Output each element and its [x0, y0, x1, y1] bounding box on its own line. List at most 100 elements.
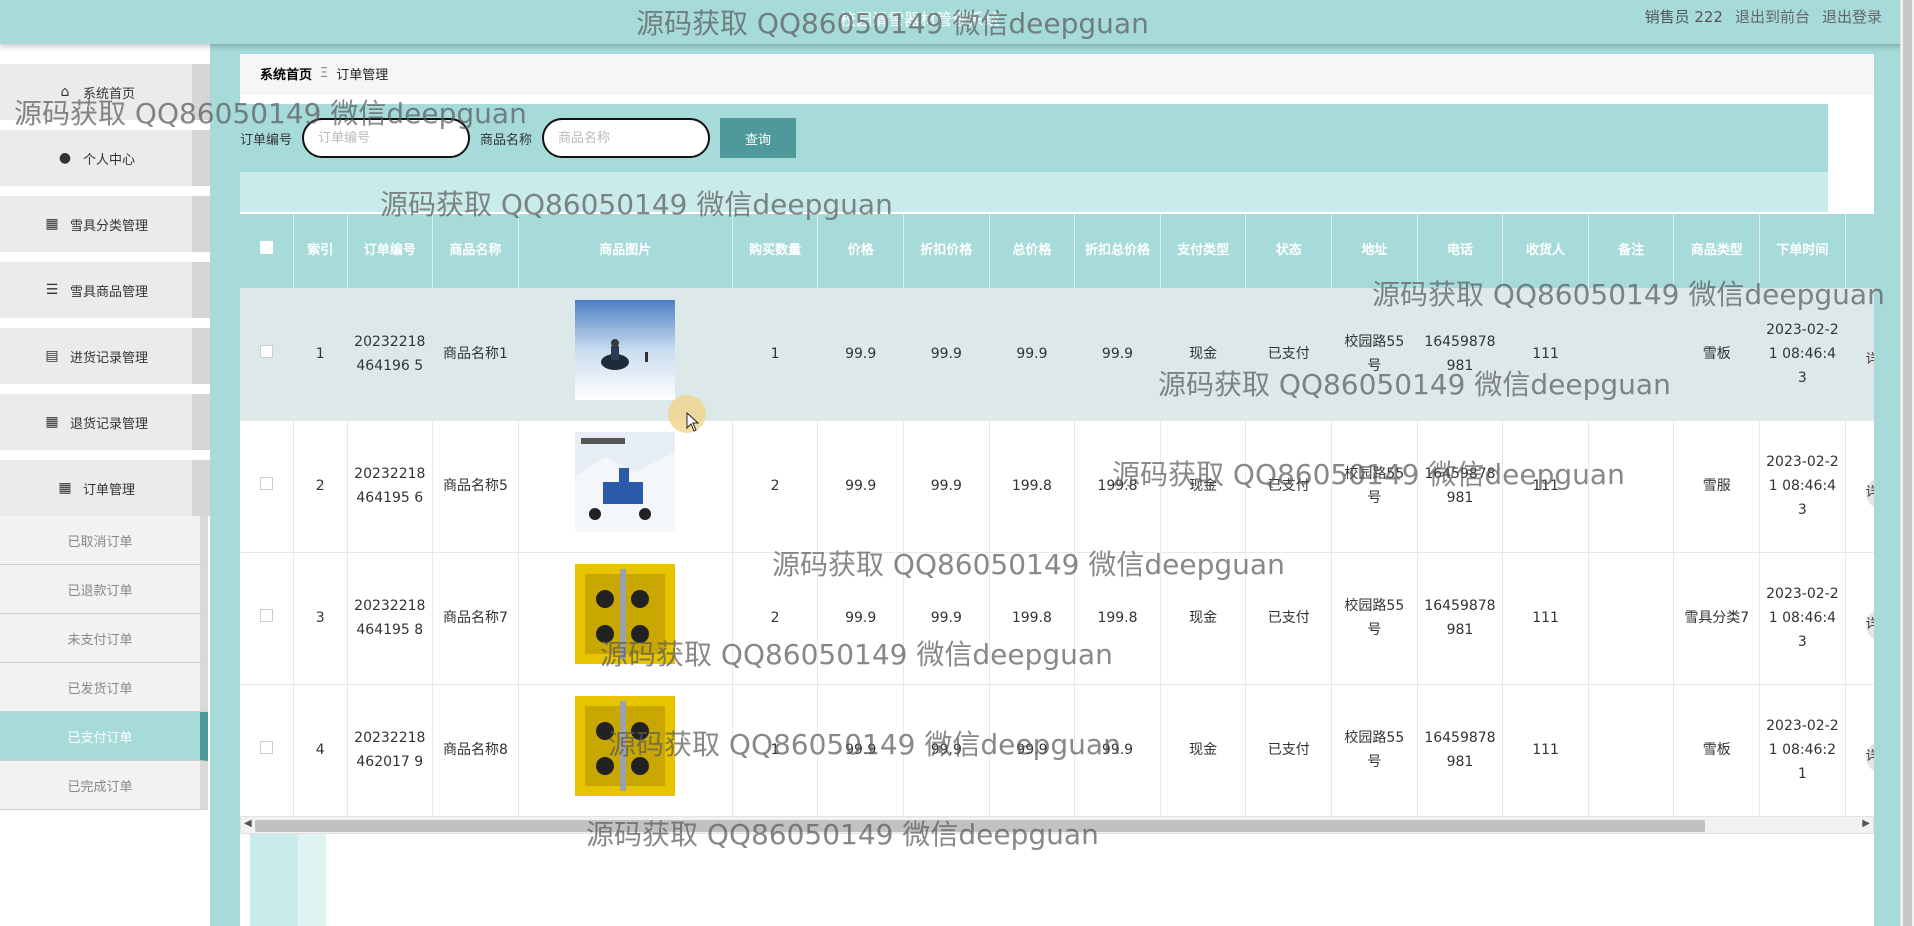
logout-link[interactable]: 退出登录: [1822, 6, 1882, 27]
decorative-block: [250, 834, 298, 926]
cell-order-no: 20232218464195 6: [347, 420, 434, 553]
cell-pay-type: 现金: [1160, 552, 1247, 685]
order-no-input[interactable]: [302, 118, 471, 158]
row-checkbox[interactable]: [260, 477, 273, 490]
detail-button[interactable]: 详情: [1865, 740, 1874, 773]
row-checkbox[interactable]: [260, 609, 273, 622]
cell-discount-total: 199.8: [1074, 552, 1161, 685]
cell-image: [518, 552, 733, 685]
exit-to-front-link[interactable]: 退出到前台: [1735, 6, 1810, 27]
submenu-shipped[interactable]: 已发货订单: [0, 663, 208, 712]
cell-actions: 详情: [1845, 552, 1874, 685]
cell-discount-price: 99.9: [903, 420, 990, 553]
cell-qty: 2: [732, 552, 819, 685]
sidebar-item-product[interactable]: ☰ 雪具商品管理: [0, 262, 210, 318]
submenu-cancelled[interactable]: 已取消订单: [0, 516, 208, 565]
row-select-cell[interactable]: [240, 552, 294, 685]
sidebar-item-label: 退货记录管理: [69, 416, 148, 432]
cell-price: 99.9: [817, 552, 904, 685]
sidebar-item-home[interactable]: ⌂ 系统首页: [0, 64, 210, 120]
scroll-left-icon[interactable]: ◀: [244, 818, 252, 829]
submenu-paid[interactable]: 已支付订单: [0, 712, 208, 761]
orders-table-container: 索引 订单编号 商品名称 商品图片 购买数量 价格 折扣价格 总价格 折扣总价格…: [240, 214, 1874, 818]
cell-phone: 16459878981: [1417, 288, 1504, 421]
horizontal-scrollbar[interactable]: ◀ ▶: [240, 816, 1874, 834]
order-no-label: 订单编号: [240, 132, 293, 148]
cell-discount-price: 99.9: [903, 288, 990, 421]
orders-table: 索引 订单编号 商品名称 商品图片 购买数量 价格 折扣价格 总价格 折扣总价格…: [240, 214, 1874, 817]
sidebar-item-purchase[interactable]: ▤ 进货记录管理: [0, 328, 210, 384]
table-row[interactable]: 1 20232218464196 5 商品名称1 1 99.9 99.9 99.…: [240, 288, 1874, 421]
cell-total: 199.8: [989, 552, 1076, 685]
detail-button[interactable]: 详情: [1865, 608, 1874, 641]
cell-image: [518, 420, 733, 553]
submenu-refunded[interactable]: 已退款订单: [0, 565, 208, 614]
user-icon: ●: [58, 150, 72, 166]
product-name-label: 商品名称: [480, 132, 533, 148]
column-header: 索引: [293, 214, 348, 288]
row-checkbox[interactable]: [260, 741, 273, 754]
cell-time: 2023-02-21 08:46:43: [1759, 288, 1846, 421]
table-row[interactable]: 4 20232218462017 9 商品名称8 1 99.9 99.9 99.…: [240, 684, 1874, 817]
cell-receiver: 111: [1502, 420, 1589, 553]
grid-icon: ▦: [58, 480, 72, 496]
top-bar: 校园滑雪器材管理系统 销售员 222 退出到前台 退出登录: [0, 0, 1914, 44]
submenu-unpaid[interactable]: 未支付订单: [0, 614, 208, 663]
cell-phone: 16459878981: [1417, 420, 1504, 553]
product-image: [575, 564, 676, 664]
detail-button[interactable]: 详情: [1865, 344, 1874, 377]
row-select-cell[interactable]: [240, 684, 294, 817]
query-button[interactable]: 查询: [720, 118, 797, 158]
sidebar-item-return[interactable]: ▦ 退货记录管理: [0, 394, 210, 450]
home-icon: ⌂: [60, 84, 70, 100]
breadcrumb-separator: Ξ: [320, 66, 329, 81]
vertical-scroll-thumb[interactable]: [1903, 0, 1912, 926]
sidebar: ⌂ 系统首页 ● 个人中心 ▦ 雪具分类管理 ☰ 雪具商品管理 ▤ 进货记录管理…: [0, 44, 210, 926]
breadcrumb-home[interactable]: 系统首页: [260, 64, 312, 83]
decorative-band: [240, 172, 1828, 212]
table-row[interactable]: 3 20232218464195 8 商品名称7 2 99.9 99.9 199…: [240, 552, 1874, 685]
cell-discount-total: 99.9: [1074, 288, 1161, 421]
cell-name: 商品名称1: [432, 288, 519, 421]
submenu-completed[interactable]: 已完成订单: [0, 761, 208, 810]
cell-remark: [1588, 288, 1675, 421]
row-checkbox[interactable]: [260, 344, 273, 358]
column-header: 地址: [1331, 214, 1418, 288]
cell-category: 雪板: [1673, 684, 1761, 817]
horizontal-scroll-thumb[interactable]: [255, 820, 1705, 832]
cell-qty: 2: [732, 420, 819, 553]
sidebar-item-category[interactable]: ▦ 雪具分类管理: [0, 196, 210, 252]
table-row[interactable]: 2 20232218464195 6 商品名称5 2 99.9 99.9 199…: [240, 420, 1874, 553]
cell-phone: 16459878981: [1417, 684, 1504, 817]
row-select-cell[interactable]: [240, 420, 294, 553]
detail-button[interactable]: 详情: [1865, 476, 1874, 509]
cell-remark: [1588, 684, 1675, 817]
cell-phone: 16459878981: [1417, 552, 1504, 685]
cell-price: 99.9: [817, 684, 904, 817]
product-name-input[interactable]: [542, 118, 711, 158]
cell-status: 已支付: [1245, 552, 1333, 685]
cell-name: 商品名称5: [432, 420, 519, 553]
cell-name: 商品名称7: [432, 552, 519, 685]
cell-qty: 1: [732, 684, 819, 817]
breadcrumb-current: 订单管理: [336, 68, 389, 83]
select-all-cell[interactable]: [240, 214, 294, 288]
select-all-checkbox[interactable]: [260, 241, 273, 254]
cell-discount-total: 99.9: [1074, 684, 1161, 817]
scroll-right-icon[interactable]: ▶: [1862, 818, 1870, 829]
column-header: 下单时间: [1759, 214, 1846, 288]
product-image: [575, 696, 676, 796]
cell-actions: 详情: [1845, 684, 1874, 817]
cell-receiver: 111: [1502, 288, 1589, 421]
column-header: 折扣价格: [903, 214, 990, 288]
vertical-scrollbar[interactable]: [1900, 0, 1914, 926]
column-header: 价格: [817, 214, 904, 288]
cell-price: 99.9: [817, 420, 904, 553]
column-header: 收货人: [1502, 214, 1589, 288]
row-select-cell[interactable]: [240, 288, 294, 421]
sidebar-item-profile[interactable]: ● 个人中心: [0, 130, 210, 186]
column-header: 折扣总价格: [1074, 214, 1161, 288]
sidebar-item-orders[interactable]: ▦ 订单管理: [0, 460, 210, 516]
cell-remark: [1588, 552, 1675, 685]
cell-order-no: 20232218464196 5: [347, 288, 434, 421]
